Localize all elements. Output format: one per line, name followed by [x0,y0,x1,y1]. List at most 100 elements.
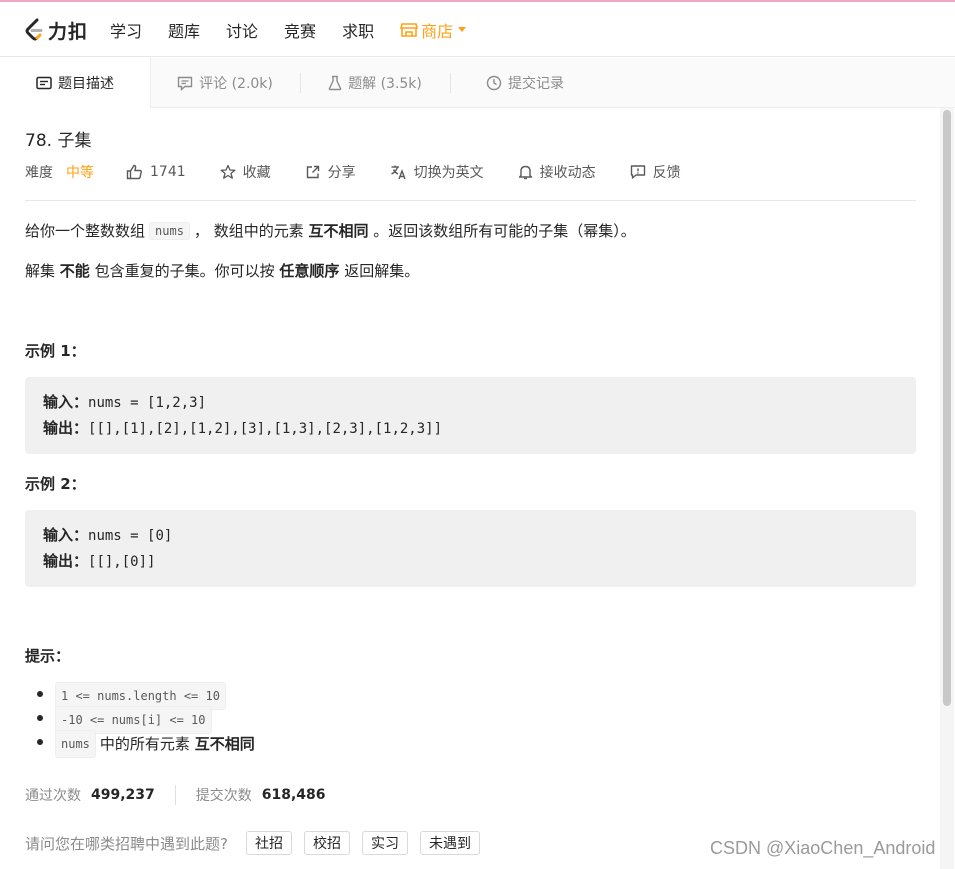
leetcode-logo-icon [25,18,43,41]
favorite-label: 收藏 [242,165,271,181]
text: 给你一个整数数组 [25,222,146,240]
nav-item-contest[interactable]: 竞赛 [284,18,316,42]
input-label: 输入： [43,526,89,544]
survey-option-never[interactable]: 未遇到 [419,831,480,855]
text: 中的所有元素 [99,735,190,753]
hints-heading: 提示： [25,647,71,665]
notify-button[interactable]: 接收动态 [518,162,596,182]
difficulty-label: 难度 [25,165,53,181]
clock-icon [486,75,502,91]
share-icon [306,165,319,179]
problem-tabs: 题目描述 评论 (2.0k) 题解 (3.5k) 提交记录 [0,58,955,108]
feedback-button[interactable]: 反馈 [630,162,681,182]
example-2-heading: 示例 2： [25,475,86,493]
feedback-icon [630,165,645,179]
tab-label: 题目描述 [58,76,114,92]
favorite-button[interactable]: 收藏 [220,162,271,182]
survey-option-intern[interactable]: 实习 [361,831,408,855]
input-value: nums = [0] [88,528,173,544]
tab-label: 提交记录 [508,76,564,92]
survey-option-social[interactable]: 社招 [245,831,292,855]
problem-meta-bar: 难度 中等 1741 收藏 分享 切换为英文 接收动态 反馈 [25,160,916,184]
tab-solutions[interactable]: 题解 (3.5k) [300,58,450,108]
example-input-line: 输入：nums = [0] [43,522,898,548]
example-1-block: 输入：nums = [1,2,3] 输出：[[],[1],[2],[1,2],[… [25,377,916,454]
submitted-label: 提交次数 [195,788,252,804]
flask-icon [328,75,342,91]
bold-text: 互不相同 [194,735,255,753]
list-item: 1 <= nums.length <= 10 [37,682,255,710]
description-paragraph-1: 给你一个整数数组 nums， 数组中的元素 互不相同 。返回该数组所有可能的子集（… [25,220,636,241]
output-label: 输出： [43,419,89,437]
nav-item-discuss[interactable]: 讨论 [226,18,258,42]
comment-icon [177,76,193,91]
tab-label: 题解 (3.5k) [348,76,422,92]
star-icon [220,164,236,179]
submission-stats: 通过次数 499,237 提交次数 618,486 [25,784,326,806]
nav-item-learn[interactable]: 学习 [110,18,142,42]
translate-label: 切换为英文 [413,165,484,181]
text: 解集 [25,262,56,280]
accepted-label: 通过次数 [25,788,81,804]
example-input-line: 输入：nums = [1,2,3] [43,389,898,415]
bold-text: 不能 [59,262,90,280]
bold-text: 任意顺序 [279,262,340,280]
feedback-label: 反馈 [652,165,681,181]
survey-question: 请问您在哪类招聘中遇到此题? [25,834,228,853]
nav-item-store[interactable]: 商店 [400,18,467,42]
translate-icon [390,165,406,180]
store-icon [400,22,419,37]
tab-label: 评论 (2.0k) [199,76,273,92]
nav-item-jobs[interactable]: 求职 [342,18,374,42]
nav-item-problems[interactable]: 题库 [168,18,200,42]
text: 包含重复的子集。你可以按 [94,262,275,280]
difficulty-value: 中等 [66,165,94,181]
list-item: nums 中的所有元素 互不相同 [37,730,255,758]
submitted-value: 618,486 [261,787,326,803]
tab-description[interactable]: 题目描述 [0,58,151,108]
output-label: 输出： [43,552,89,570]
list-item: -10 <= nums[i] <= 10 [37,706,255,734]
like-button[interactable]: 1741 [126,164,186,180]
thumbs-up-icon [126,164,142,180]
interview-survey: 请问您在哪类招聘中遇到此题? 社招 校招 实习 未遇到 [25,830,492,856]
hints-list: 1 <= nums.length <= 10 -10 <= nums[i] <=… [37,682,255,758]
tab-submissions[interactable]: 提交记录 [450,58,600,108]
problem-title: 78. 子集 [25,131,92,151]
bell-icon [518,165,532,180]
nav-menu: 学习 题库 讨论 竞赛 求职 商店 [110,2,467,57]
tab-comments[interactable]: 评论 (2.0k) [150,58,300,108]
accepted-value: 499,237 [91,787,155,803]
text: ， 数组中的元素 [193,222,304,240]
share-button[interactable]: 分享 [305,162,356,182]
watermark: CSDN @XiaoChen_Android [710,838,936,858]
store-label: 商店 [421,21,454,41]
inline-code: nums [55,730,96,758]
output-value: [[],[1],[2],[1,2],[3],[1,3],[2,3],[1,2,3… [88,421,443,437]
inline-code: nums [149,222,190,240]
bold-text: 互不相同 [308,222,369,240]
example-output-line: 输出：[[],[1],[2],[1,2],[3],[1,3],[2,3],[1,… [43,415,898,441]
description-paragraph-2: 解集 不能 包含重复的子集。你可以按 任意顺序 返回解集。 [25,260,419,281]
share-label: 分享 [327,165,356,181]
top-navbar: 力扣 学习 题库 讨论 竞赛 求职 商店 [0,2,955,57]
like-count: 1741 [150,164,186,180]
input-label: 输入： [43,393,89,411]
example-output-line: 输出：[[],[0]] [43,548,898,574]
scrollbar-thumb[interactable] [943,110,951,706]
example-1-heading: 示例 1： [25,342,86,360]
logo-text: 力扣 [48,20,89,43]
text: 返回解集。 [344,262,420,280]
notify-label: 接收动态 [539,165,596,181]
description-icon [36,76,52,90]
example-2-block: 输入：nums = [0] 输出：[[],[0]] [25,510,916,587]
output-value: [[],[0]] [88,554,156,570]
survey-option-campus[interactable]: 校招 [303,831,350,855]
divider [25,200,916,201]
translate-button[interactable]: 切换为英文 [390,162,484,182]
stat-separator [174,785,176,805]
chevron-down-icon [458,27,467,32]
input-value: nums = [1,2,3] [88,395,207,411]
logo[interactable]: 力扣 [24,16,88,44]
text: 。返回该数组所有可能的子集（幂集）。 [373,222,636,240]
